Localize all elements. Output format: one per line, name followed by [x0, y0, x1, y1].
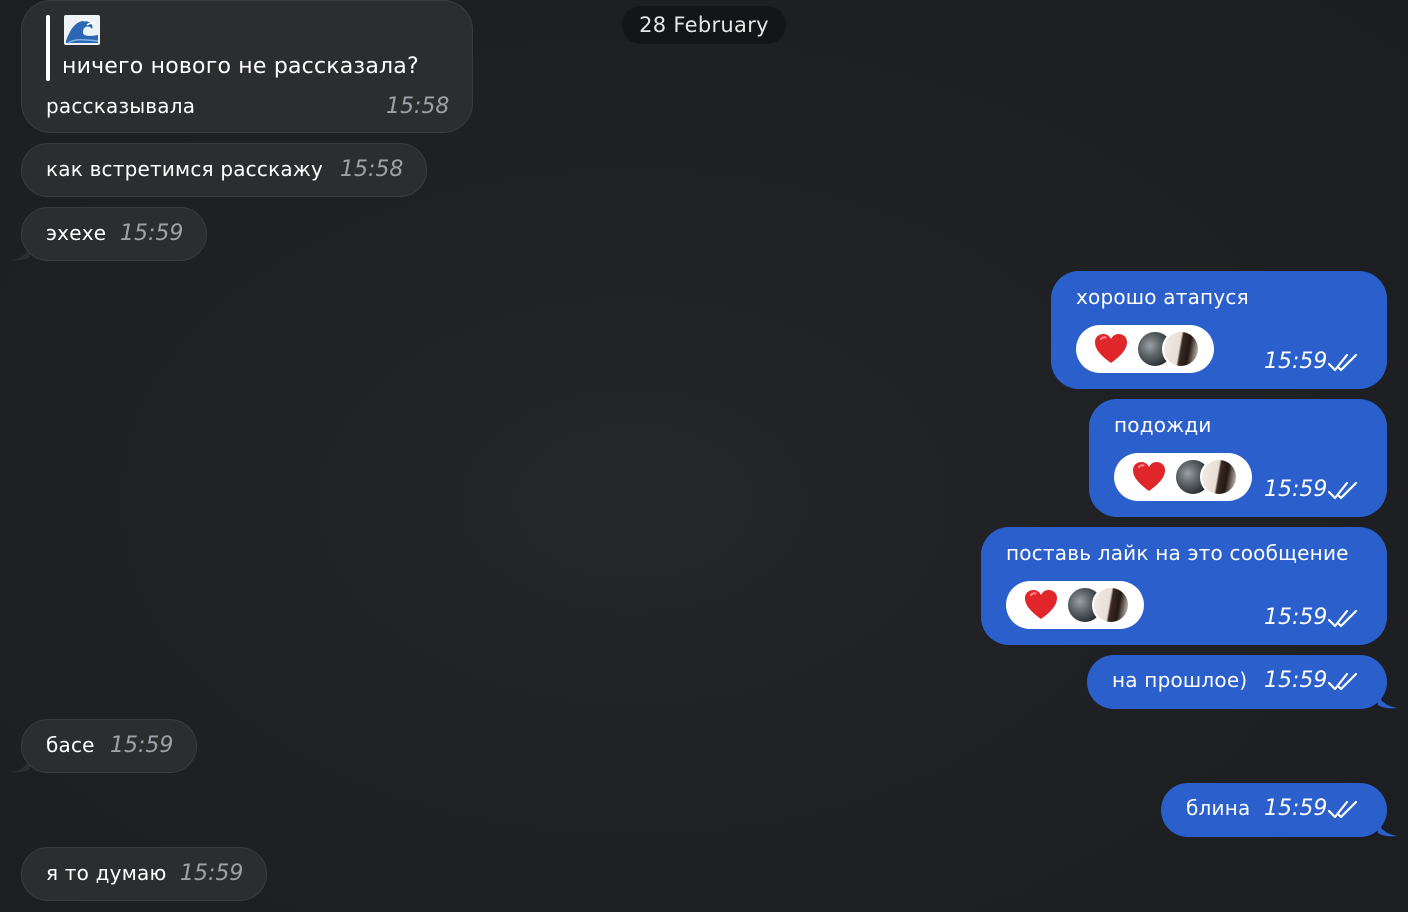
message-time: 15:59	[180, 861, 244, 886]
outgoing-message[interactable]: хорошо атапуся 15:59	[1051, 271, 1387, 389]
outgoing-message[interactable]: на прошлое) 15:59	[1087, 655, 1387, 709]
outgoing-message[interactable]: поставь лайк на это сообщение 15:59	[981, 527, 1387, 645]
message-time: 15:58	[386, 94, 450, 119]
read-double-check-icon	[1327, 672, 1358, 691]
message-text: эхехе	[46, 221, 107, 245]
message-time: 15:59	[1264, 477, 1328, 502]
incoming-message-reply[interactable]: ничего нового не рассказала? рассказывал…	[21, 0, 473, 133]
incoming-message[interactable]: я то думаю 15:59	[21, 847, 267, 901]
message-time: 15:58	[340, 157, 404, 182]
read-double-check-icon	[1327, 800, 1358, 819]
message-time: 15:59	[1264, 349, 1328, 374]
message-text: подожди	[1114, 413, 1212, 437]
reactor-avatar	[1162, 330, 1200, 368]
message-text: басе	[46, 733, 95, 757]
reactor-avatar	[1092, 586, 1130, 624]
wave-emoji-icon	[64, 15, 100, 45]
message-time: 15:59	[1264, 605, 1328, 630]
message-text: блина	[1186, 796, 1251, 820]
message-time: 15:59	[110, 733, 174, 758]
incoming-message[interactable]: эхехе 15:59	[21, 207, 207, 261]
message-time: 15:59	[1264, 668, 1328, 693]
message-text: хорошо атапуся	[1076, 285, 1249, 309]
message-time: 15:59	[1264, 796, 1328, 821]
incoming-message[interactable]: басе 15:59	[21, 719, 197, 773]
message-text: как встретимся расскажу	[46, 157, 324, 181]
message-text: поставь лайк на это сообщение	[1006, 541, 1349, 565]
heart-reaction-icon	[1095, 334, 1127, 363]
read-double-check-icon	[1327, 353, 1358, 372]
reply-quote-text: ничего нового не рассказала?	[62, 54, 419, 79]
incoming-message[interactable]: как встретимся расскажу 15:58	[21, 143, 427, 197]
reaction-chip[interactable]	[1006, 581, 1144, 629]
message-text: на прошлое)	[1112, 668, 1248, 692]
message-time: 15:59	[120, 221, 184, 246]
reaction-chip[interactable]	[1114, 453, 1252, 501]
reactor-avatar	[1200, 458, 1238, 496]
read-double-check-icon	[1327, 609, 1358, 628]
read-double-check-icon	[1327, 481, 1358, 500]
outgoing-message[interactable]: блина 15:59	[1161, 783, 1387, 837]
reaction-chip[interactable]	[1076, 325, 1214, 373]
message-text: рассказывала	[46, 94, 196, 118]
reply-quote-bar	[46, 15, 50, 81]
heart-reaction-icon	[1133, 462, 1165, 491]
date-separator: 28 February	[622, 6, 786, 44]
heart-reaction-icon	[1025, 590, 1057, 619]
outgoing-message[interactable]: подожди 15:59	[1089, 399, 1387, 517]
message-text: я то думаю	[46, 861, 167, 885]
